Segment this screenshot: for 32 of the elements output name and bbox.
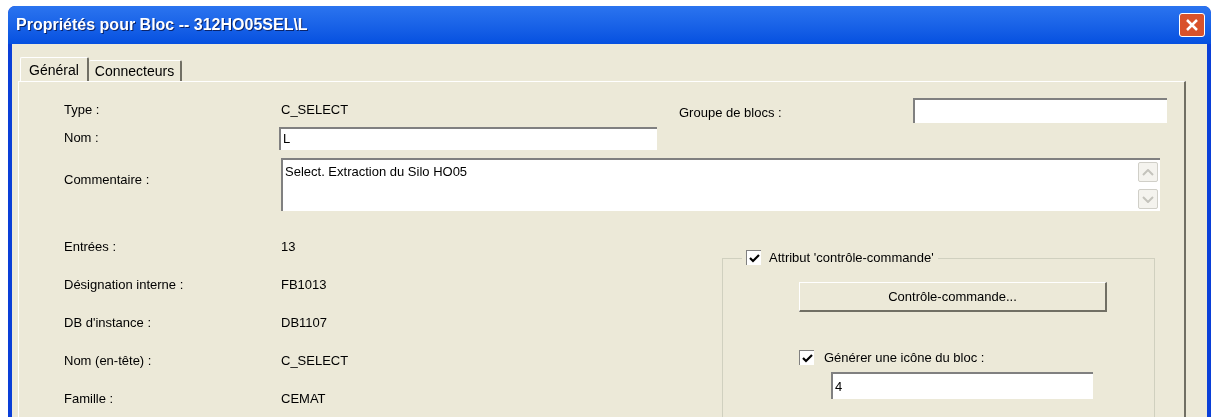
field-label: DB d'instance : bbox=[64, 314, 153, 333]
block-group-field[interactable] bbox=[913, 98, 1167, 123]
field-value: CEMAT bbox=[281, 390, 326, 409]
chevron-up-icon bbox=[1142, 168, 1154, 176]
field-value: C_SELECT bbox=[281, 101, 349, 120]
name-field[interactable]: L bbox=[279, 126, 657, 150]
field-label: Groupe de blocs : bbox=[679, 104, 783, 122]
checkbox[interactable] bbox=[746, 250, 761, 266]
icon-field[interactable]: 4 bbox=[831, 372, 1093, 399]
field-label: Nom (en-tête) : bbox=[64, 352, 153, 371]
window-title: Propriétés pour Bloc -- 312HO05SEL\L bbox=[16, 15, 308, 35]
field-label: Nom : bbox=[64, 129, 100, 148]
field-label: Entrées : bbox=[64, 238, 118, 257]
field-value: DB1107 bbox=[281, 314, 327, 333]
tab[interactable]: Général bbox=[20, 57, 89, 82]
close-button[interactable] bbox=[1179, 13, 1205, 37]
checkbox-label: Attribut 'contrôle-commande' bbox=[769, 249, 934, 267]
field-value: 13 bbox=[281, 238, 296, 257]
field-label: Commentaire : bbox=[64, 171, 151, 189]
chevron-down-icon bbox=[1142, 195, 1154, 203]
field-value: C_SELECT bbox=[281, 352, 349, 371]
field-value: FB1013 bbox=[281, 276, 327, 295]
field-label: Désignation interne : bbox=[64, 276, 185, 295]
checkbox-label: Générer une icône du bloc : bbox=[824, 349, 985, 367]
close-icon bbox=[1185, 18, 1199, 32]
checkmark-icon bbox=[748, 253, 760, 263]
field-label: Type : bbox=[64, 101, 101, 120]
field-label: Famille : bbox=[64, 390, 115, 409]
control-command-button[interactable]: Contrôle-commande... bbox=[799, 282, 1107, 312]
tab[interactable]: Connecteurs bbox=[88, 60, 183, 81]
checkbox[interactable] bbox=[799, 350, 814, 366]
checkmark-icon bbox=[801, 353, 813, 363]
